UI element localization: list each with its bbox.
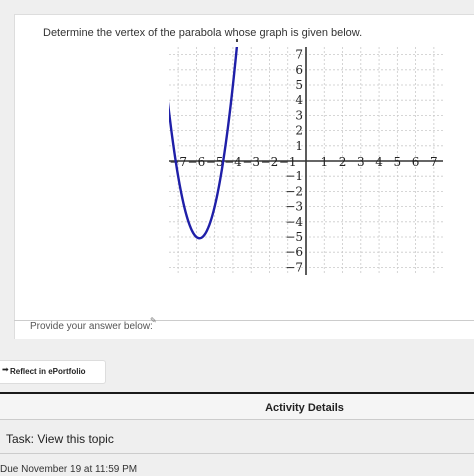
x-tick-label: −5 — [206, 155, 224, 169]
x-tick-labels: −7 −6 −5 −4 −3 −2 −1 1 2 3 4 5 6 7 — [169, 155, 437, 169]
due-date: Due November 19 at 11:59 PM — [0, 464, 138, 475]
y-tick-label: −6 — [285, 245, 303, 259]
y-tick-label: 1 — [295, 139, 303, 153]
y-tick-label: 2 — [295, 124, 303, 138]
x-tick-label: 7 — [430, 155, 438, 169]
x-tick-label: −2 — [261, 155, 279, 169]
y-tick-label: −2 — [285, 184, 303, 198]
y-tick-label: 5 — [295, 78, 303, 92]
arrow-icon: ➡ — [2, 365, 9, 374]
x-tick-label: 6 — [412, 155, 420, 169]
x-tick-label: 1 — [320, 155, 328, 169]
x-tick-label: −3 — [242, 155, 260, 169]
x-tick-label: 2 — [339, 155, 347, 169]
y-tick-label: −1 — [285, 169, 303, 183]
reflect-label: Reflect in ePortfolio — [10, 367, 86, 376]
y-tick-label: 3 — [295, 108, 303, 122]
parabola-curve — [169, 47, 239, 240]
y-tick-label: −4 — [285, 215, 303, 229]
y-tick-label: 6 — [295, 63, 303, 77]
x-tick-label: −4 — [224, 155, 242, 169]
x-tick-label: −6 — [188, 155, 206, 169]
parabola-graph: −7 −6 −5 −4 −3 −2 −1 1 2 3 4 5 6 7 7654321−1−2−3−4−5−… — [169, 47, 443, 275]
cursor-mark — [236, 39, 238, 42]
x-tick-label: 5 — [394, 155, 402, 169]
activity-details-title: Activity Details — [265, 402, 344, 414]
page: Determine the vertex of the parabola who… — [0, 0, 474, 476]
x-tick-label: 4 — [375, 155, 383, 169]
activity-details-header: Activity Details — [0, 392, 474, 420]
y-tick-label: 4 — [295, 93, 303, 107]
task-text: Task: View this topic — [6, 432, 114, 446]
y-tick-label: 7 — [295, 48, 303, 62]
reflect-eportfolio-button[interactable]: ➡ Reflect in ePortfolio — [0, 360, 106, 384]
y-tick-label: −7 — [285, 260, 303, 274]
x-tick-label: −7 — [169, 155, 187, 169]
y-tick-label: −3 — [285, 200, 303, 214]
question-prompt: Determine the vertex of the parabola who… — [43, 27, 363, 39]
task-divider — [0, 453, 474, 454]
answer-label: Provide your answer below: — [30, 321, 153, 332]
y-tick-label: −5 — [285, 230, 303, 244]
x-tick-label: 3 — [357, 155, 365, 169]
x-tick-label: −1 — [279, 155, 297, 169]
